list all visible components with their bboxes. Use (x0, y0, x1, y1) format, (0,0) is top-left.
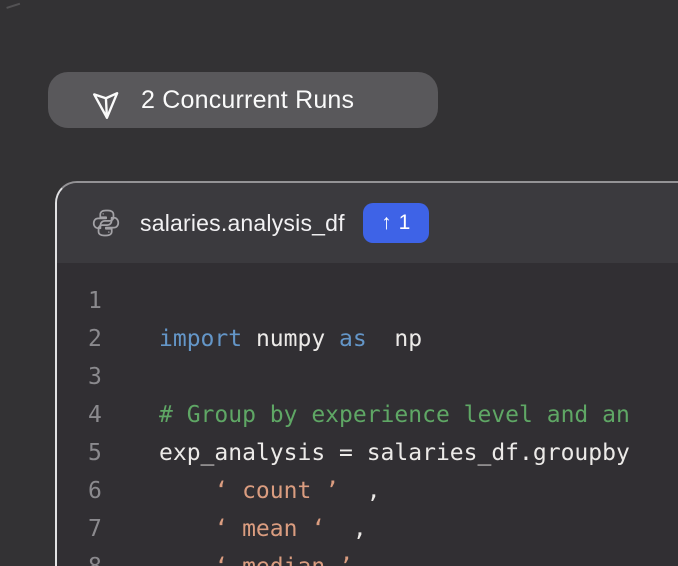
line-number: 2 (88, 326, 102, 352)
screen: 2 Concurrent Runs salaries.analysis_df ↑… (0, 0, 678, 566)
token-comment: # Group by experience level and an (159, 402, 630, 428)
python-icon (90, 207, 122, 239)
code-line: 2 import numpy as np (57, 320, 678, 358)
code-text: # Group by experience level and an (159, 396, 630, 434)
line-number: 3 (88, 364, 102, 390)
token-plain: np (366, 326, 423, 352)
code-text: ‘ mean ‘ , (159, 510, 367, 548)
concurrent-runs-button[interactable]: 2 Concurrent Runs (48, 72, 438, 128)
code-text: ‘ count ’ , (159, 472, 381, 510)
line-number: 6 (88, 478, 102, 504)
token-string: ‘ median ’ (214, 554, 352, 566)
concurrent-runs-label: 2 Concurrent Runs (141, 85, 355, 114)
version-count: 1 (398, 211, 411, 234)
token-plain: numpy (242, 326, 340, 352)
token-keyword: as (339, 326, 367, 352)
token-plain: , (325, 516, 367, 542)
code-editor: 1 2 import numpy as np 3 4 # Group by experie… (57, 263, 678, 566)
send-icon (90, 84, 122, 119)
code-line: 8 ‘ median ’ (57, 548, 678, 566)
token-string: ‘ count ’ (214, 478, 340, 504)
line-number: 5 (88, 440, 102, 466)
code-line: 6 ‘ count ’ , (57, 472, 678, 510)
code-text: ‘ median ’ (159, 548, 352, 566)
token-plain: , (339, 478, 381, 504)
code-cell-card: salaries.analysis_df ↑ 1 1 2 import numpy … (55, 181, 678, 566)
token-plain: exp_analysis = salaries_df.groupby (159, 440, 630, 466)
code-line: 1 (57, 282, 678, 320)
code-cell-header: salaries.analysis_df ↑ 1 (57, 183, 678, 263)
clipped-artifact (3, 0, 21, 9)
code-line: 7 ‘ mean ‘ , (57, 510, 678, 548)
line-number: 1 (88, 288, 102, 314)
line-number: 4 (88, 402, 102, 428)
line-number: 7 (88, 516, 102, 542)
code-lines: 1 2 import numpy as np 3 4 # Group by experie… (57, 282, 678, 566)
token-keyword: import (159, 326, 243, 352)
code-text: exp_analysis = salaries_df.groupby (159, 434, 630, 472)
up-arrow-icon: ↑ (381, 211, 392, 234)
token-string: ‘ mean ‘ (214, 516, 326, 542)
cell-title: salaries.analysis_df (140, 209, 345, 236)
code-text: import numpy as np (159, 320, 422, 358)
line-number: 8 (57, 548, 159, 566)
version-badge[interactable]: ↑ 1 (362, 203, 429, 243)
code-line: 3 (57, 358, 678, 396)
code-line: 5 exp_analysis = salaries_df.groupby (57, 434, 678, 472)
code-line: 4 # Group by experience level and an (57, 396, 678, 434)
